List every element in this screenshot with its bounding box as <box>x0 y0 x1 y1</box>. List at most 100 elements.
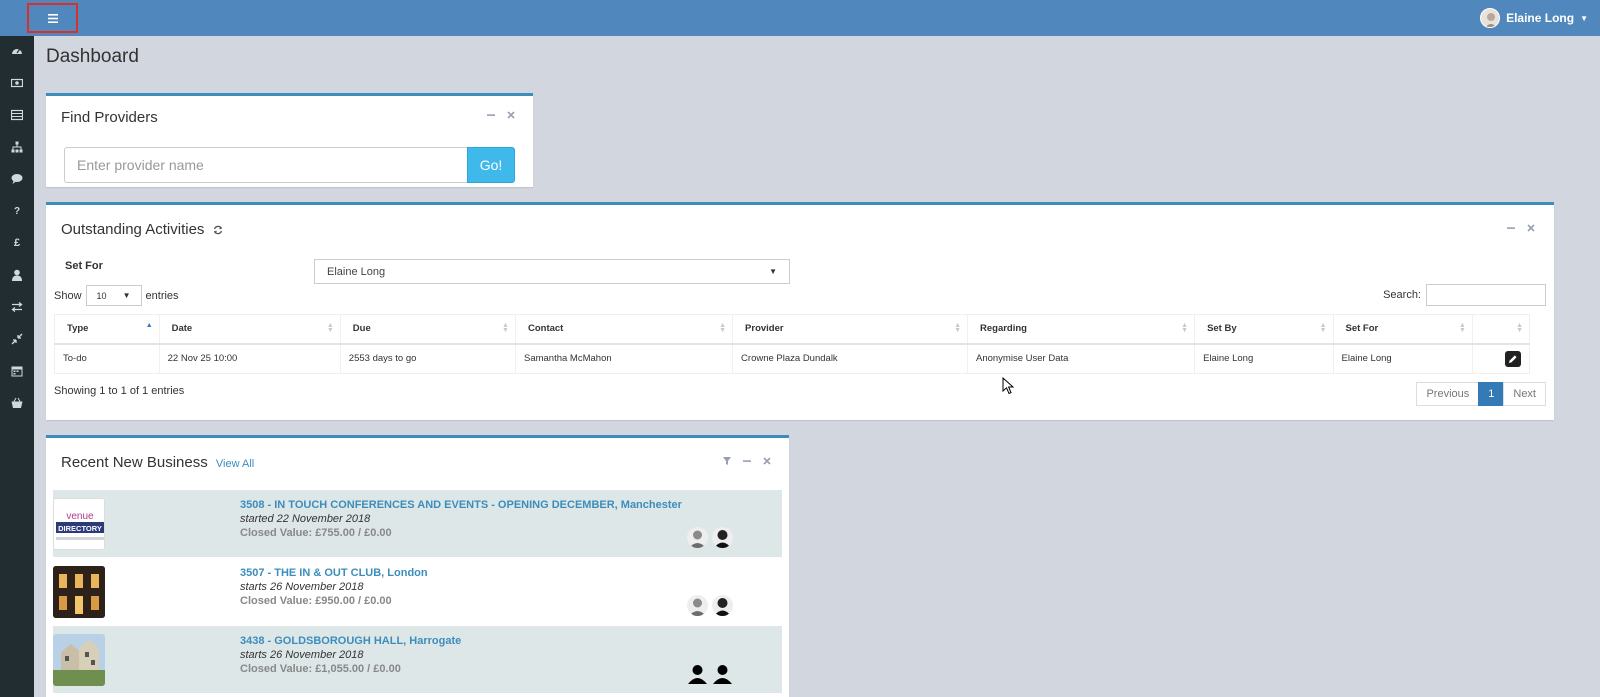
sort-icon: ▲ ▼ <box>1458 322 1466 334</box>
business-start-date: started 22 November 2018 <box>240 513 371 525</box>
column-header-actions[interactable]: ▲ ▼ <box>1471 314 1531 345</box>
caret-down-icon: ▼ <box>769 267 777 276</box>
edit-button[interactable] <box>1504 350 1521 367</box>
activities-title: Outstanding Activities <box>61 221 223 239</box>
view-all-link[interactable]: View All <box>216 458 254 470</box>
find-providers-box: Find Providers Go! <box>46 93 533 187</box>
business-link[interactable]: 3438 - GOLDSBOROUGH HALL, Harrogate <box>240 634 461 648</box>
business-details: 3508 - IN TOUCH CONFERENCES AND EVENTS -… <box>240 498 682 540</box>
sidebar-toggle-button[interactable] <box>27 3 78 33</box>
sort-icon: ▲ ▼ <box>954 322 961 334</box>
list-item: venue DIRECTORY 3508 - IN TOUCH CONFEREN… <box>53 490 782 557</box>
page-title: Dashboard <box>46 46 139 67</box>
close-icon[interactable] <box>506 110 516 120</box>
recent-new-business-box: Recent New Business View All venue DIREC… <box>46 435 789 697</box>
avatar <box>687 595 708 616</box>
basket-icon[interactable] <box>0 391 34 415</box>
list-icon[interactable] <box>0 103 34 127</box>
exchange-icon[interactable] <box>0 295 34 319</box>
column-header-due[interactable]: Due ▲ ▼ <box>339 314 516 345</box>
recent-business-title-text: Recent New Business <box>61 454 208 471</box>
sort-icon: ▲ ▼ <box>719 322 727 334</box>
sort-asc-icon: ▲ <box>145 322 153 329</box>
sidebar: ? £ <box>0 36 34 697</box>
length-control: Show 10 ▼ entries <box>54 285 179 306</box>
sitemap-icon[interactable] <box>0 135 34 159</box>
business-start-date: starts 26 November 2018 <box>240 649 364 661</box>
calendar-icon[interactable] <box>0 359 34 383</box>
show-label: Show <box>54 289 82 302</box>
minimize-icon[interactable] <box>486 110 496 120</box>
next-page-button[interactable]: Next <box>1503 382 1546 406</box>
compress-icon[interactable] <box>0 327 34 351</box>
find-providers-title: Find Providers <box>61 109 158 126</box>
business-closed-value: Closed Value: £950.00 / £0.00 <box>240 595 392 607</box>
page-1-button[interactable]: 1 <box>1478 382 1505 406</box>
entries-label: entries <box>145 289 179 302</box>
avatar <box>712 595 733 616</box>
business-start-date: starts 26 November 2018 <box>240 581 364 593</box>
close-icon[interactable] <box>762 456 772 466</box>
column-header-contact[interactable]: Contact ▲ ▼ <box>514 314 734 345</box>
column-header-set-for[interactable]: Set For ▲ ▼ <box>1332 314 1473 345</box>
caret-down-icon: ▼ <box>122 291 131 300</box>
activities-table: Type ▲ Date ▲ ▼ Due ▲ ▼ Contact ▲ ▼ Provider ▲ ▼ … <box>54 314 1531 374</box>
cell-provider: Crowne Plaza Dundalk <box>732 343 968 374</box>
search-input[interactable] <box>1426 284 1546 306</box>
set-for-label: Set For <box>65 260 103 272</box>
hamburger-icon <box>47 13 58 23</box>
dashboard-icon[interactable] <box>0 39 34 63</box>
user-name: Elaine Long <box>1506 11 1575 25</box>
search-label: Search: <box>1383 289 1421 301</box>
avatar <box>687 527 708 548</box>
caret-down-icon: ▼ <box>1580 13 1588 23</box>
money-icon[interactable] <box>0 71 34 95</box>
svg-text:DIRECTORY: DIRECTORY <box>58 524 102 533</box>
column-header-provider[interactable]: Provider ▲ ▼ <box>732 314 968 345</box>
comment-icon[interactable] <box>0 167 34 191</box>
top-navbar: Elaine Long ▼ <box>0 0 1600 36</box>
close-icon[interactable] <box>1526 223 1536 233</box>
business-thumbnail <box>53 566 105 618</box>
column-header-set-by[interactable]: Set By ▲ ▼ <box>1194 314 1334 345</box>
user-icon[interactable] <box>0 263 34 287</box>
cell-set-for: Elaine Long <box>1332 343 1473 374</box>
column-header-date[interactable]: Date ▲ ▼ <box>158 314 341 345</box>
set-for-select[interactable]: Elaine Long ▼ <box>314 259 790 284</box>
sort-icon: ▲ ▼ <box>1181 322 1189 334</box>
column-header-regarding[interactable]: Regarding ▲ ▼ <box>966 314 1196 345</box>
minimize-icon[interactable] <box>742 456 752 466</box>
column-header-type[interactable]: Type ▲ <box>54 314 160 345</box>
sort-icon: ▲ ▼ <box>502 322 509 334</box>
filter-icon[interactable] <box>722 456 732 466</box>
go-button[interactable]: Go! <box>467 147 515 183</box>
outstanding-activities-box: Outstanding Activities Set For Elaine Lo… <box>46 202 1554 420</box>
activities-title-text: Outstanding Activities <box>61 221 205 238</box>
cell-due: 2553 days to go <box>339 343 516 374</box>
provider-name-input[interactable] <box>64 147 468 183</box>
sort-icon: ▲ ▼ <box>1319 322 1327 334</box>
user-avatar <box>1480 8 1501 28</box>
pound-icon[interactable]: £ <box>0 231 34 255</box>
venue-photo <box>53 566 105 618</box>
business-link[interactable]: 3508 - IN TOUCH CONFERENCES AND EVENTS -… <box>240 498 682 512</box>
table-info: Showing 1 to 1 of 1 entries <box>54 385 185 397</box>
business-people <box>687 527 733 548</box>
business-link[interactable]: 3507 - THE IN & OUT CLUB, London <box>240 566 428 580</box>
venue-directory-logo: venue DIRECTORY <box>54 499 104 549</box>
cell-date: 22 Nov 25 10:00 <box>158 343 341 374</box>
cell-set-by: Elaine Long <box>1194 343 1334 374</box>
business-closed-value: Closed Value: £1,055.00 / £0.00 <box>240 663 401 675</box>
minimize-icon[interactable] <box>1506 223 1516 233</box>
entries-length-select[interactable]: 10 ▼ <box>85 285 142 306</box>
business-details: 3438 - GOLDSBOROUGH HALL, Harrogate star… <box>240 634 461 676</box>
avatar <box>687 663 708 684</box>
sort-icon: ▲ ▼ <box>1516 322 1523 334</box>
user-menu[interactable]: Elaine Long ▼ <box>1480 0 1588 36</box>
question-icon[interactable]: ? <box>0 199 34 223</box>
previous-page-button[interactable]: Previous <box>1416 382 1480 406</box>
refresh-icon[interactable] <box>213 222 223 239</box>
table-row: To-do 22 Nov 25 10:00 2553 days to go Sa… <box>54 343 1531 374</box>
business-closed-value: Closed Value: £755.00 / £0.00 <box>240 527 392 539</box>
sort-icon: ▲ ▼ <box>326 322 334 334</box>
